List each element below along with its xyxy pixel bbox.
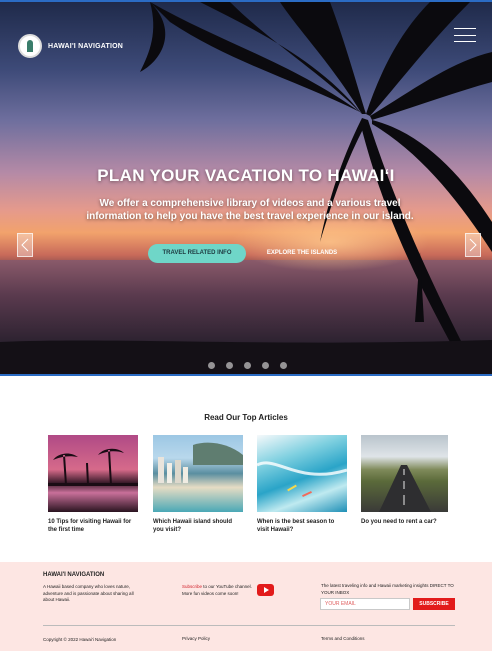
waikiki-beach-photo[interactable]	[153, 435, 243, 512]
chevron-left-icon	[21, 238, 29, 252]
brand-name: HAWAI'I NAVIGATION	[48, 42, 124, 50]
palm-tree-silhouette	[0, 2, 492, 374]
sunset-palms-photo[interactable]	[48, 435, 138, 512]
article-title[interactable]: Do you need to rent a car?	[361, 518, 448, 526]
article-title[interactable]: Which Hawaii island should you visit?	[153, 518, 243, 534]
carousel-next-button[interactable]	[465, 233, 481, 257]
article-card[interactable]: Do you need to rent a car?	[361, 435, 448, 526]
hero-subtitle: We offer a comprehensive library of vide…	[86, 198, 414, 222]
article-card[interactable]: 10 Tips for visiting Hawaii for the firs…	[48, 435, 138, 534]
article-title[interactable]: When is the best season to visit Hawaii?	[257, 518, 347, 534]
footer-about: A Hawaii based company who loves nature,…	[43, 584, 134, 602]
footer-divider	[43, 625, 455, 626]
terms-link[interactable]: Terms and Conditions	[321, 636, 365, 641]
carousel-dot[interactable]	[208, 362, 215, 369]
carousel-dot[interactable]	[244, 362, 251, 369]
carousel-dot[interactable]	[226, 362, 233, 369]
article-title[interactable]: 10 Tips for visiting Hawaii for the firs…	[48, 518, 138, 534]
carousel-indicators	[208, 362, 287, 369]
hero-title: PLAN YOUR VACATION TO HAWAIʻI	[97, 166, 395, 185]
youtube-promo: Subscribe to our YouTube channel. More f…	[182, 584, 262, 597]
article-card[interactable]: Which Hawaii island should you visit?	[153, 435, 243, 534]
carousel-prev-button[interactable]	[17, 233, 33, 257]
explore-islands-button[interactable]: EXPLORE THE ISLANDS	[254, 244, 350, 263]
footer-brand: HAWAI'I NAVIGATION	[43, 572, 105, 578]
carousel-dot[interactable]	[262, 362, 269, 369]
hamburger-menu-icon[interactable]	[454, 28, 476, 42]
hero-banner: HAWAI'I NAVIGATION PLAN YOUR VACATION TO…	[0, 0, 492, 376]
surfers-wave-photo[interactable]	[257, 435, 347, 512]
site-footer: HAWAI'I NAVIGATION A Hawaii based compan…	[0, 562, 492, 651]
travel-info-button[interactable]: TRAVEL RELATED INFO	[148, 244, 246, 263]
subscribe-button[interactable]: SUBSCRIBE	[413, 598, 455, 610]
island-road-photo[interactable]	[361, 435, 448, 512]
articles-heading: Read Our Top Articles	[204, 413, 288, 422]
privacy-policy-link[interactable]: Privacy Policy	[182, 636, 210, 641]
chevron-right-icon	[469, 238, 477, 252]
article-card[interactable]: When is the best season to visit Hawaii?	[257, 435, 347, 534]
newsletter-text: The latest traveling info and Hawaii mar…	[321, 583, 454, 595]
logo-icon	[18, 34, 42, 58]
articles-grid: 10 Tips for visiting Hawaii for the firs…	[48, 435, 448, 545]
subscribe-link[interactable]: Subscribe	[182, 584, 202, 589]
email-field[interactable]	[320, 598, 410, 610]
carousel-dot[interactable]	[280, 362, 287, 369]
youtube-icon[interactable]	[257, 584, 274, 596]
site-logo[interactable]: HAWAI'I NAVIGATION	[18, 34, 123, 58]
copyright-text: Copyright © 2022 Hawai'i Navigation	[43, 637, 117, 642]
